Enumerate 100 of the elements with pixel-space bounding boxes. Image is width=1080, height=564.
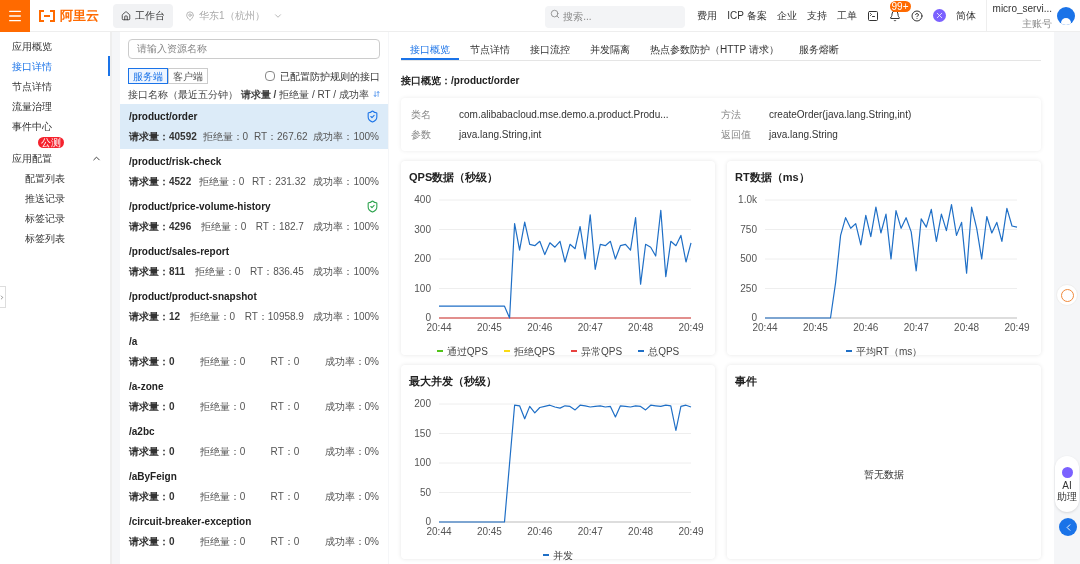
success-rate: 成功率：100% bbox=[313, 175, 379, 189]
sidebar-item[interactable]: 标签记录 bbox=[0, 208, 110, 228]
resource-name: /a-zone bbox=[129, 380, 164, 394]
sidebar-item[interactable]: 流量治理 bbox=[0, 96, 110, 116]
request-count: 请求量：0 bbox=[129, 355, 175, 369]
column-header: 接口名称 bbox=[128, 87, 168, 102]
rt-value: RT：0 bbox=[270, 535, 300, 549]
resource-row[interactable]: /product/product-snapshot 请求量：12 拒绝量：0 RT：10958.9 成功率：100% bbox=[120, 284, 388, 329]
sidebar-item[interactable]: 推送记录 bbox=[0, 188, 110, 208]
language-link[interactable]: 简体 bbox=[955, 8, 976, 23]
field-label: 返回值 bbox=[721, 128, 752, 142]
resource-search-field[interactable]: 请输入资源名称 bbox=[128, 38, 380, 59]
axis-label: 20:46 bbox=[853, 321, 879, 333]
resource-name: /product/price-volume-history bbox=[129, 200, 271, 214]
resource-row[interactable]: /circuit-breaker-exception 请求量：0 拒绝量：0 RT：0 成功率：0% bbox=[120, 509, 388, 554]
app-logo-icon[interactable] bbox=[932, 9, 946, 22]
axis-label: 100 bbox=[414, 456, 431, 468]
logo-text: 阿里云 bbox=[60, 6, 99, 25]
overview-title: 接口概览：/product/order bbox=[401, 74, 521, 88]
shield-check-icon bbox=[366, 110, 379, 123]
resource-row[interactable]: /aByFeign 请求量：0 拒绝量：0 RT：0 成功率：0% bbox=[120, 464, 388, 509]
resource-row[interactable]: /product/sales-report 请求量：811 拒绝量：0 RT：836.45 成功率：100% bbox=[120, 239, 388, 284]
sidebar-item[interactable]: 事件中心 bbox=[0, 116, 110, 136]
side-tab[interactable]: 客户端 bbox=[168, 68, 208, 84]
request-count: 请求量：0 bbox=[129, 445, 175, 459]
axis-label: 750 bbox=[740, 223, 757, 234]
legend-item[interactable]: 平均RT（ms） bbox=[845, 343, 923, 359]
axis-label: 20:49 bbox=[678, 321, 704, 333]
search-icon bbox=[550, 9, 561, 20]
sidebar-item[interactable]: 节点详情 bbox=[0, 76, 110, 96]
notification-icon[interactable] bbox=[888, 9, 901, 22]
sidebar-item[interactable]: 标签列表 bbox=[0, 228, 110, 248]
request-count: 请求量：12 bbox=[129, 310, 181, 324]
axis-label: 20:44 bbox=[426, 321, 452, 333]
legend-item[interactable]: 拒绝QPS bbox=[503, 343, 555, 359]
nav-link[interactable]: 支持 bbox=[806, 8, 827, 23]
tab[interactable]: 并发隔离 bbox=[581, 40, 639, 60]
sort-icon[interactable] bbox=[372, 89, 380, 99]
sidebar-item[interactable]: 应用概览 bbox=[0, 36, 110, 56]
axis-label: 20:45 bbox=[802, 321, 828, 333]
help-icon[interactable] bbox=[910, 9, 923, 22]
ai-assistant-button[interactable]: AI 助理 bbox=[1055, 456, 1079, 512]
expand-handle[interactable] bbox=[0, 286, 6, 308]
tab[interactable]: 服务熔断 bbox=[789, 40, 848, 60]
resource-name: /product/risk-check bbox=[129, 155, 222, 169]
terminal-icon[interactable] bbox=[866, 9, 879, 22]
resource-row[interactable]: /a2bc 请求量：0 拒绝量：0 RT：0 成功率：0% bbox=[120, 419, 388, 464]
tab[interactable]: 热点参数防护（HTTP 请求） bbox=[641, 40, 788, 60]
logo-icon[interactable] bbox=[38, 9, 56, 22]
resource-row[interactable]: /product/order 请求量：40592 拒绝量：0 RT：267.62 成功率：100% bbox=[120, 104, 388, 149]
chart-title: QPS数据（秒级） bbox=[409, 170, 500, 185]
tab[interactable]: 节点详情 bbox=[461, 40, 519, 60]
resource-row[interactable]: /a-zone 请求量：0 拒绝量：0 RT：0 成功率：0% bbox=[120, 374, 388, 419]
axis-label: 50 bbox=[419, 486, 431, 497]
axis-label: 300 bbox=[414, 223, 431, 234]
rejected-count: 拒绝量：0 bbox=[199, 490, 246, 504]
rt-value: RT：0 bbox=[270, 400, 300, 414]
rt-value: RT：836.45 bbox=[250, 265, 304, 279]
sidebar-item[interactable]: 接口详情 bbox=[0, 56, 110, 76]
axis-label: 20:47 bbox=[577, 525, 603, 537]
chart-title: RT数据（ms） bbox=[735, 170, 811, 185]
rt-value: RT：0 bbox=[270, 355, 300, 369]
empty-text: 暂无数据 bbox=[864, 467, 904, 482]
menu-button[interactable] bbox=[0, 0, 30, 32]
field-value: java.lang.String bbox=[769, 128, 838, 142]
axis-label: 20:46 bbox=[527, 525, 553, 537]
side-tab[interactable]: 服务端 bbox=[128, 68, 168, 84]
account-role: 主账号 bbox=[1022, 16, 1052, 31]
nav-link[interactable]: 工单 bbox=[836, 8, 857, 23]
axis-label: 20:45 bbox=[476, 321, 502, 333]
legend-item[interactable]: 总QPS bbox=[638, 343, 680, 359]
resource-row[interactable]: /a 请求量：0 拒绝量：0 RT：0 成功率：0% bbox=[120, 329, 388, 374]
nav-link[interactable]: 费用 bbox=[697, 8, 718, 23]
location-icon bbox=[185, 10, 195, 21]
filter-label: 已配置防护规则的接口 bbox=[280, 69, 380, 84]
collapse-button[interactable] bbox=[1059, 518, 1077, 536]
axis-label: 0 bbox=[425, 515, 431, 527]
resource-row[interactable]: /product/price-volume-history 请求量：4296 拒绝量：0 RT：182.7 成功率：100% bbox=[120, 194, 388, 239]
rejected-count: 拒绝量：0 bbox=[194, 265, 241, 279]
nav-link[interactable]: 企业 bbox=[776, 8, 797, 23]
account-name[interactable]: micro_servi... bbox=[992, 0, 1052, 16]
workbench-button[interactable]: 工作台 bbox=[113, 3, 173, 28]
nav-link[interactable]: ICP 备案 bbox=[727, 8, 767, 23]
success-rate: 成功率：0% bbox=[324, 445, 379, 459]
legend-item[interactable]: 异常QPS bbox=[571, 343, 623, 359]
filter-checkbox[interactable] bbox=[265, 71, 275, 81]
resource-row[interactable]: /product/risk-check 请求量：4522 拒绝量：0 RT：231.32 成功率：100% bbox=[120, 149, 388, 194]
tab[interactable]: 接口流控 bbox=[521, 40, 579, 60]
axis-label: 20:47 bbox=[903, 321, 929, 333]
sidebar-item[interactable]: 应用配置 bbox=[0, 148, 110, 168]
tab[interactable]: 接口概览 bbox=[401, 40, 459, 60]
legend-item[interactable]: 并发 bbox=[543, 547, 573, 563]
request-count: 请求量：811 bbox=[129, 265, 186, 279]
home-icon bbox=[121, 10, 131, 21]
axis-label: 20:48 bbox=[628, 321, 654, 333]
sidebar-item[interactable]: 配置列表 bbox=[0, 168, 110, 188]
legend-item[interactable]: 通过QPS bbox=[436, 343, 488, 359]
rejected-count: 拒绝量：0 bbox=[199, 355, 246, 369]
search-field[interactable]: 搜索... bbox=[545, 5, 686, 28]
avatar-icon[interactable] bbox=[1057, 6, 1075, 25]
